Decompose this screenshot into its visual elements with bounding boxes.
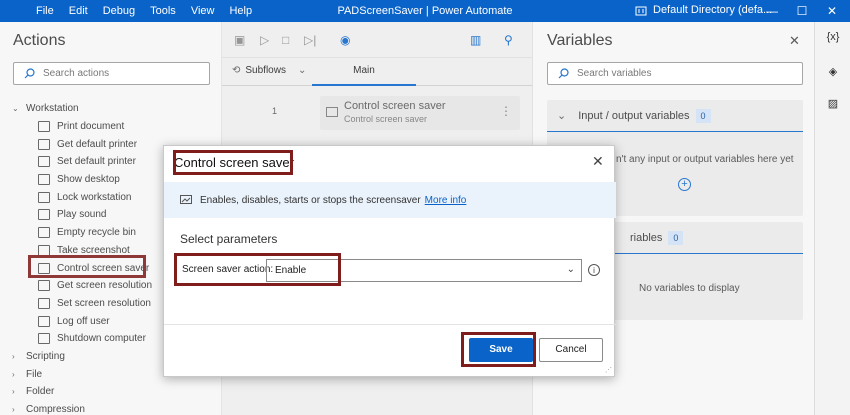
highlight-save-button [461, 332, 536, 367]
menu-debug[interactable]: Debug [103, 5, 135, 17]
directory-label: Default Directory (defa... [653, 4, 773, 16]
menu-file[interactable]: File [36, 5, 54, 17]
menu-help[interactable]: Help [229, 5, 252, 17]
more-info-link[interactable]: More info [425, 195, 467, 206]
dialog-info-text: Enables, disables, starts or stops the s… [200, 194, 421, 206]
building-icon [635, 6, 647, 15]
right-rail: {x} ◈ ▨ [814, 22, 850, 415]
menu-view[interactable]: View [191, 5, 215, 17]
maximize-button[interactable]: ☐ [788, 0, 816, 22]
chevron-down-icon: ⌄ [566, 264, 575, 275]
highlight-screen-saver-action [174, 253, 341, 286]
menu-bar: File Edit Debug Tools View Help [36, 0, 267, 22]
screen-saver-icon [180, 195, 192, 204]
resize-grip-icon[interactable]: ⋰ [605, 366, 612, 374]
minimize-button[interactable]: — [758, 0, 786, 22]
cancel-button[interactable]: Cancel [539, 338, 603, 362]
highlight-dialog-title [173, 150, 293, 175]
variables-icon[interactable]: {x} [815, 31, 850, 43]
close-icon[interactable]: ✕ [592, 153, 604, 170]
layers-icon[interactable]: ◈ [815, 65, 850, 78]
title-bar: File Edit Debug Tools View Help PADScree… [0, 0, 850, 22]
image-icon[interactable]: ▨ [815, 97, 850, 110]
select-parameters-heading: Select parameters [180, 232, 278, 246]
info-icon[interactable]: i [588, 264, 600, 276]
menu-edit[interactable]: Edit [69, 5, 88, 17]
dialog-info-bar: Enables, disables, starts or stops the s… [164, 182, 616, 218]
directory-selector[interactable]: Default Directory (defa... [635, 4, 772, 16]
menu-tools[interactable]: Tools [150, 5, 176, 17]
dialog-divider [164, 324, 616, 325]
close-window-button[interactable]: ✕ [818, 0, 846, 22]
